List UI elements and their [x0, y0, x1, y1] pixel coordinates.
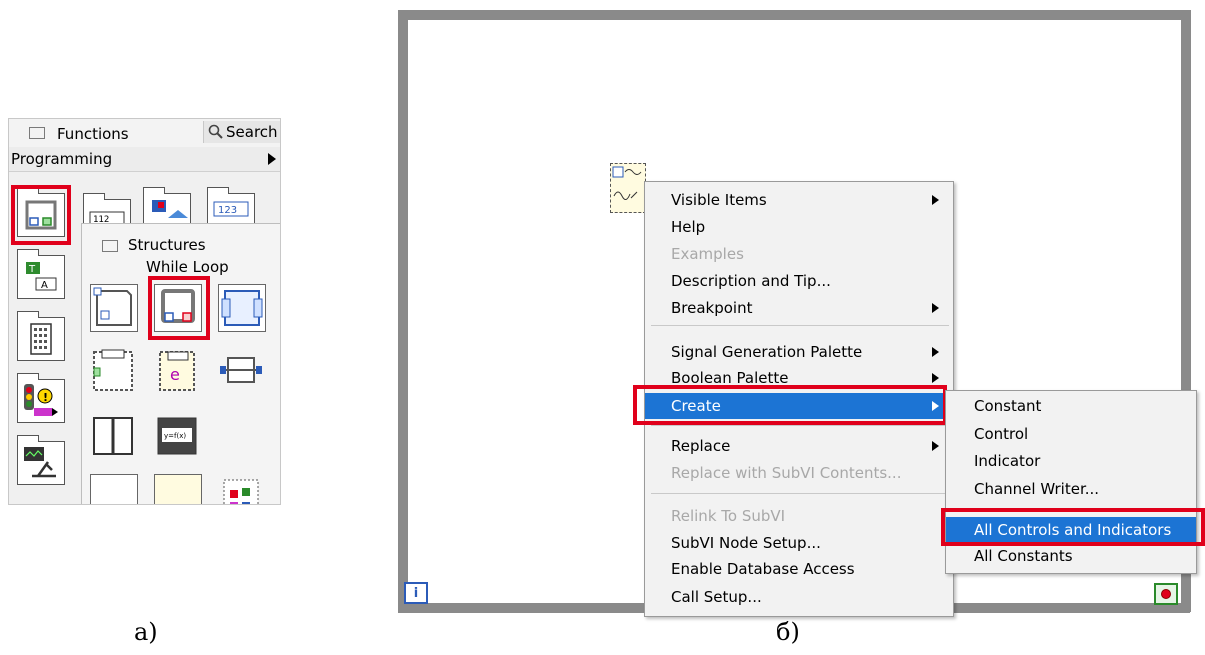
category-label: Programming — [11, 150, 113, 168]
structures-highlight — [11, 185, 71, 245]
stop-terminal[interactable] — [1154, 583, 1178, 605]
flat-sequence-item[interactable] — [218, 348, 264, 394]
timed-loop-icon — [221, 290, 263, 326]
event-structure-icon: e — [159, 351, 195, 391]
pin-icon[interactable] — [29, 127, 45, 139]
pin-icon[interactable] — [102, 240, 118, 252]
category-arrow-icon — [268, 153, 276, 165]
boolean-category-icon[interactable]: ! — [17, 373, 65, 423]
iteration-terminal[interactable]: i — [404, 582, 428, 604]
submenu-arrow-icon — [932, 195, 939, 205]
submenu-arrow-icon — [932, 441, 939, 451]
svg-text:y=f(x): y=f(x) — [164, 432, 186, 440]
event-structure-item[interactable]: e — [154, 348, 200, 394]
create-submenu: Constant Control Indicator Channel Write… — [945, 390, 1197, 574]
disable-structure-item[interactable] — [90, 474, 138, 504]
svg-text:T: T — [28, 264, 36, 275]
array-category-icon[interactable] — [17, 311, 65, 361]
palette-title: Functions — [57, 125, 129, 143]
menu-item-enable-database-access[interactable]: Enable Database Access — [645, 556, 953, 582]
while-loop-border[interactable] — [398, 10, 408, 612]
timed-structure-item[interactable] — [218, 284, 266, 332]
menu-separator — [651, 425, 949, 426]
search-icon — [208, 124, 223, 139]
string-icon: T A — [26, 262, 57, 291]
for-loop-item[interactable] — [90, 284, 138, 332]
menu-item-call-setup[interactable]: Call Setup... — [645, 584, 953, 610]
stop-icon — [1161, 589, 1171, 599]
for-loop-icon — [93, 287, 132, 326]
subvi-node[interactable] — [610, 163, 646, 213]
while-loop-highlight — [148, 276, 210, 340]
case-structure-icon — [93, 349, 133, 391]
sequence-icon — [220, 357, 262, 383]
menu-item-signal-generation-palette[interactable]: Signal Generation Palette — [645, 339, 953, 365]
menu-item-relink-to-subvi: Relink To SubVI — [671, 507, 786, 525]
submenu-arrow-icon — [932, 373, 939, 383]
menu-separator — [651, 325, 949, 326]
measurement-category-icon[interactable] — [17, 435, 65, 485]
functions-palette: Functions Search Programming T A ! 112 1… — [8, 118, 281, 505]
search-label: Search — [226, 123, 278, 141]
traffic-light-icon: ! — [24, 384, 58, 416]
create-highlight — [633, 385, 947, 425]
hover-label: While Loop — [146, 258, 229, 276]
stacked-sequence-item[interactable] — [90, 412, 136, 458]
submenu-item-channel-writer[interactable]: Channel Writer... — [946, 476, 1196, 502]
submenu-item-indicator[interactable]: Indicator — [946, 448, 1196, 474]
svg-text:A: A — [41, 280, 48, 291]
grid-icon — [30, 323, 52, 355]
variables-icon — [223, 479, 259, 504]
menu-item-examples: Examples — [671, 245, 744, 263]
menu-item-help[interactable]: Help — [645, 214, 953, 240]
menu-item-description-and-tip[interactable]: Description and Tip... — [645, 268, 953, 294]
string-category-icon[interactable]: T A — [17, 249, 65, 299]
frames-icon — [93, 417, 133, 455]
caption-b: б) — [776, 618, 800, 646]
menu-item-visible-items[interactable]: Visible Items — [645, 187, 953, 213]
submenu-item-all-constants[interactable]: All Constants — [946, 543, 1196, 569]
category-row[interactable]: Programming — [9, 147, 280, 172]
submenu-item-control[interactable]: Control — [946, 421, 1196, 447]
submenu-arrow-icon — [932, 347, 939, 357]
svg-text:!: ! — [43, 391, 48, 404]
formula-node-icon: y=f(x) — [157, 417, 197, 455]
subpalette-title: Structures — [128, 236, 206, 254]
menu-separator — [651, 493, 949, 494]
svg-text:123: 123 — [218, 205, 237, 216]
palette-header: Functions Search — [9, 119, 280, 147]
caption-a: a) — [134, 618, 158, 646]
submenu-arrow-icon — [932, 303, 939, 313]
instrument-icon — [24, 447, 56, 478]
all-controls-highlight — [941, 508, 1205, 546]
menu-item-replace[interactable]: Replace — [645, 433, 953, 459]
search-button[interactable]: Search — [203, 121, 280, 143]
formula-node-item[interactable]: y=f(x) — [154, 412, 200, 458]
menu-item-replace-with-subvi-contents: Replace with SubVI Contents... — [671, 464, 902, 482]
menu-item-breakpoint[interactable]: Breakpoint — [645, 295, 953, 321]
signal-generator-icon — [612, 166, 642, 200]
structures-subpalette: Structures While Loop e y=f(x) — [81, 223, 280, 504]
submenu-item-constant[interactable]: Constant — [946, 393, 1196, 419]
while-loop-border[interactable] — [398, 10, 1190, 20]
svg-text:e: e — [170, 365, 180, 384]
conditional-structure-item[interactable] — [154, 474, 202, 504]
case-structure-item[interactable] — [90, 348, 136, 394]
shared-variable-item[interactable] — [218, 474, 264, 504]
menu-item-subvi-node-setup[interactable]: SubVI Node Setup... — [645, 530, 953, 556]
